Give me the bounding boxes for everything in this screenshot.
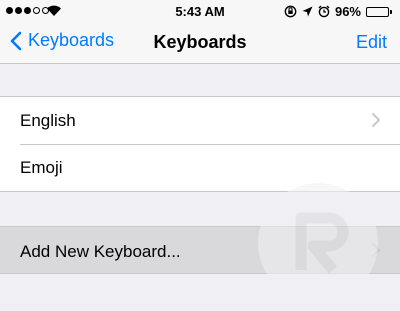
location-icon	[302, 6, 313, 17]
page-title: Keyboards	[153, 32, 247, 52]
status-bar: 5:43 AM 96%	[0, 0, 400, 22]
watermark-logo	[258, 183, 378, 303]
chevron-right-icon	[372, 113, 380, 127]
battery-percentage: 96%	[334, 4, 361, 19]
keyboard-row-english[interactable]: English	[0, 97, 400, 144]
keyboard-label: Emoji	[20, 157, 63, 177]
navigation-bar: Keyboards Keyboards Edit	[0, 22, 400, 64]
add-new-keyboard-label: Add New Keyboard...	[20, 242, 181, 261]
orientation-lock-icon	[284, 5, 297, 18]
keyboard-label: English	[20, 110, 76, 130]
edit-button[interactable]: Edit	[356, 32, 387, 53]
alarm-icon	[318, 5, 330, 18]
battery-icon	[366, 6, 392, 17]
